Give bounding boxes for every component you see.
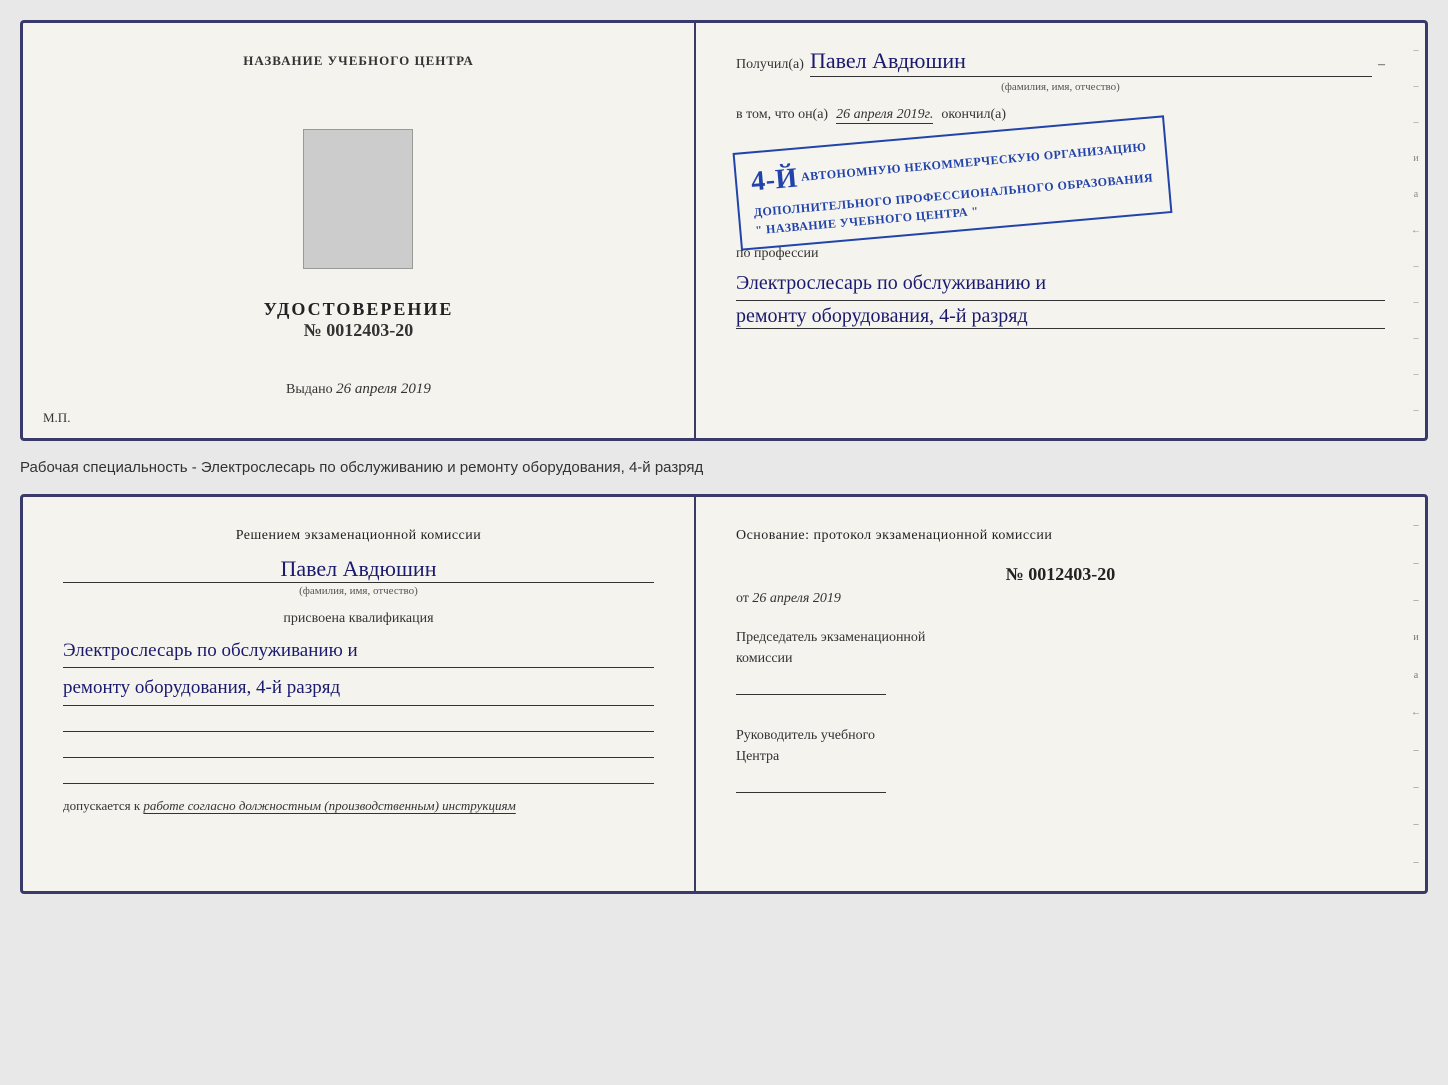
bmarker-8: –: [1413, 782, 1418, 793]
recipient-name-bottom: Павел Авдюшин: [63, 556, 654, 583]
prisvoena-label: присвоена квалификация: [63, 611, 654, 627]
marker-8: –: [1413, 297, 1418, 308]
bmarker-6: ←: [1411, 707, 1421, 718]
vtom-line: в том, что он(а) 26 апреля 2019г. окончи…: [736, 107, 1385, 124]
vtom-date: 26 апреля 2019г.: [836, 107, 933, 124]
stamp-box: 4-й АВТОНОМНУЮ НЕКОММЕРЧЕСКУЮ ОРГАНИЗАЦИ…: [733, 115, 1173, 250]
marker-1: –: [1413, 45, 1418, 56]
middle-text: Рабочая специальность - Электрослесарь п…: [20, 453, 1428, 482]
ot-value: 26 апреля 2019: [752, 591, 840, 606]
marker-5: а: [1414, 189, 1418, 200]
doc-number: № 0012403-20: [304, 320, 414, 341]
mp-label: М.П.: [43, 410, 70, 426]
bottom-doc-left: Решением экзаменационной комиссии Павел …: [23, 497, 696, 891]
poluchil-label: Получил(a): [736, 57, 804, 73]
ot-label: от: [736, 591, 749, 606]
poluchil-line: Получил(a) Павел Авдюшин –: [736, 48, 1385, 77]
dopuskaetsya-line: допускается к работе согласно должностны…: [63, 798, 654, 814]
right-edge-markers-bottom: – – – и а ← – – – –: [1407, 497, 1425, 891]
recipient-name: Павел Авдюшин: [810, 48, 1372, 77]
marker-2: –: [1413, 81, 1418, 92]
top-doc-right: Получил(a) Павел Авдюшин – (фамилия, имя…: [696, 23, 1425, 438]
dopuskaetsya-label: допускается к: [63, 798, 140, 813]
sign-line-1: [63, 712, 654, 732]
stamp-grade: 4-й: [750, 163, 799, 198]
marker-10: –: [1413, 369, 1418, 380]
vydano-line: Выдано 26 апреля 2019: [286, 381, 431, 398]
rukovoditel-line2: Центра: [736, 749, 779, 764]
right-edge-markers: – – – и а ← – – – – –: [1407, 23, 1425, 438]
qualification-line1: Электрослесарь по обслуживанию и: [63, 635, 654, 668]
bmarker-4: и: [1413, 632, 1418, 643]
ot-line: от 26 апреля 2019: [736, 591, 1385, 607]
profession-line1: Электрослесарь по обслуживанию и: [736, 266, 1385, 301]
predsedatel-line1: Председатель экзаменационной: [736, 630, 925, 645]
fio-subtitle-bottom: (фамилия, имя, отчество): [63, 585, 654, 597]
stamp-container: 4-й АВТОНОМНУЮ НЕКОММЕРЧЕСКУЮ ОРГАНИЗАЦИ…: [736, 134, 1385, 232]
fio-subtitle: (фамилия, имя, отчество): [736, 81, 1385, 93]
reshenie-title: Решением экзаменационной комиссии: [63, 525, 654, 546]
protocol-number: № 0012403-20: [736, 564, 1385, 585]
bmarker-9: –: [1413, 819, 1418, 830]
marker-9: –: [1413, 333, 1418, 344]
marker-7: –: [1413, 261, 1418, 272]
qualification-line2: ремонту оборудования, 4-й разряд: [63, 672, 654, 705]
bmarker-1: –: [1413, 520, 1418, 531]
dopuskaetsya-value: работе согласно должностным (производств…: [143, 798, 515, 813]
doc-type: УДОСТОВЕРЕНИЕ: [264, 299, 454, 320]
bmarker-7: –: [1413, 745, 1418, 756]
vtom-label: в том, что он(а): [736, 107, 828, 123]
page-wrapper: НАЗВАНИЕ УЧЕБНОГО ЦЕНТРА УДОСТОВЕРЕНИЕ №…: [20, 20, 1428, 894]
po-professii-label: по профессии: [736, 246, 1385, 262]
photo-placeholder: [303, 129, 413, 269]
profession-line2: ремонту оборудования, 4-й разряд: [736, 305, 1385, 329]
bmarker-10: –: [1413, 857, 1418, 868]
bottom-document: Решением экзаменационной комиссии Павел …: [20, 494, 1428, 894]
dash: –: [1378, 57, 1385, 73]
top-document: НАЗВАНИЕ УЧЕБНОГО ЦЕНТРА УДОСТОВЕРЕНИЕ №…: [20, 20, 1428, 441]
marker-3: –: [1413, 117, 1418, 128]
top-doc-left: НАЗВАНИЕ УЧЕБНОГО ЦЕНТРА УДОСТОВЕРЕНИЕ №…: [23, 23, 696, 438]
marker-4: и: [1413, 153, 1418, 164]
sign-line-3: [63, 764, 654, 784]
bmarker-5: а: [1414, 670, 1418, 681]
bmarker-2: –: [1413, 558, 1418, 569]
bottom-doc-right: Основание: протокол экзаменационной коми…: [696, 497, 1425, 891]
okonchil-label: окончил(а): [941, 107, 1006, 123]
osnovanie-title: Основание: протокол экзаменационной коми…: [736, 525, 1385, 546]
bmarker-3: –: [1413, 595, 1418, 606]
vydano-label: Выдано: [286, 382, 333, 397]
rukovoditel-sign-line: [736, 773, 886, 793]
rukovoditel-line1: Руководитель учебного: [736, 728, 875, 743]
predsedatel-line2: комиссии: [736, 651, 793, 666]
rukovoditel-text: Руководитель учебного Центра: [736, 725, 1385, 793]
training-center-title-left: НАЗВАНИЕ УЧЕБНОГО ЦЕНТРА: [243, 53, 474, 69]
vydano-value: 26 апреля 2019: [336, 381, 431, 397]
marker-11: –: [1413, 405, 1418, 416]
marker-6: ←: [1411, 225, 1421, 236]
predsedatel-sign-line: [736, 675, 886, 695]
predsedatel-text: Председатель экзаменационной комиссии: [736, 627, 1385, 695]
sign-line-2: [63, 738, 654, 758]
